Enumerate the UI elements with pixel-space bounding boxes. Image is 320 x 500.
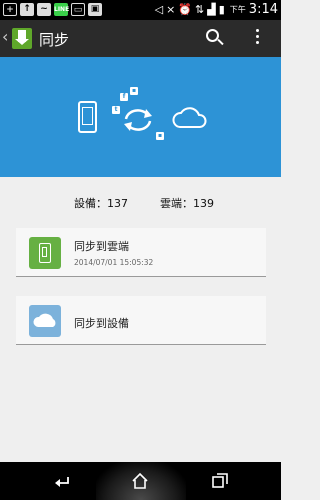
sync-to-device-label: 同步到設備 (74, 317, 129, 330)
sync-counts: 設備：137 雲端：139 (0, 195, 281, 211)
system-icons: ◁ × ⏰ ⇅ ▟ ▮ 下午 3:14 (155, 2, 278, 17)
data-icon: ⇅ (195, 3, 205, 16)
cloud-count: 雲端：139 (160, 197, 214, 210)
cloud-icon (172, 107, 207, 128)
back-chevron-icon[interactable]: ‹ (2, 27, 8, 46)
navigation-bar (0, 462, 281, 500)
keyboard-icon: ▭ (71, 3, 85, 16)
back-icon[interactable] (54, 472, 72, 490)
twitter-icon: t (112, 106, 120, 114)
messenger-icon: ~ (37, 3, 51, 16)
mute-icon: ◁ (154, 3, 164, 16)
add-icon: + (3, 3, 17, 16)
phone-icon (29, 237, 61, 269)
line-icon: LINE (54, 3, 69, 16)
home-icon[interactable] (131, 472, 149, 490)
battery-icon: ▮ (218, 3, 225, 16)
page-title: 同步 (39, 31, 70, 49)
overflow-menu-icon[interactable] (253, 29, 261, 49)
sync-to-device-button[interactable]: 同步到設備 (16, 296, 266, 345)
doc-icon: ▪ (130, 87, 138, 95)
sync-to-cloud-label: 同步到雲端 (74, 240, 129, 253)
cloud-icon (29, 305, 61, 337)
image-icon: ▣ (88, 3, 102, 16)
search-icon[interactable] (206, 29, 224, 47)
notification-icons: + ↑ ~ LINE ▭ ▣ (3, 3, 102, 16)
facebook-icon: f (120, 93, 128, 101)
sync-to-cloud-button[interactable]: 同步到雲端 2014/07/01 15:05:32 (16, 228, 266, 277)
action-bar: ‹ 同步 (0, 20, 281, 57)
recent-apps-icon[interactable] (211, 472, 229, 490)
signal-icon: ▟ (207, 3, 216, 16)
clock: 3:14 (248, 2, 278, 17)
last-sync-timestamp: 2014/07/01 15:05:32 (74, 258, 154, 267)
status-bar: + ↑ ~ LINE ▭ ▣ ◁ × ⏰ ⇅ ▟ ▮ 下午 3:14 (0, 0, 281, 20)
alarm-icon: ⏰ (178, 3, 193, 16)
photo-icon: ▪ (156, 132, 164, 140)
time-prefix: 下午 (229, 5, 246, 14)
app-download-icon[interactable] (12, 28, 32, 49)
close-icon: × (166, 3, 176, 16)
upload-icon: ↑ (20, 3, 34, 16)
sync-arrows-icon (124, 109, 152, 131)
sync-banner: f t ▪ ▪ (0, 57, 281, 177)
devices-count: 設備：137 (74, 197, 128, 210)
phone-icon (78, 101, 97, 133)
